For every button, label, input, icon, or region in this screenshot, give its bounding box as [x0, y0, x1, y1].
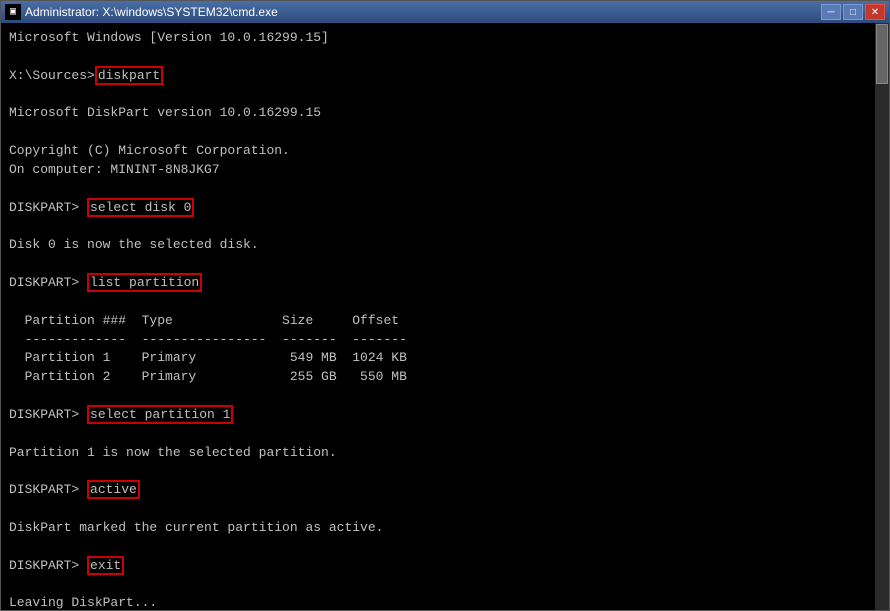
scrollbar[interactable]: [875, 23, 889, 610]
select-disk-command: select disk 0: [87, 198, 194, 217]
table-separator: ------------- ---------------- ------- -…: [9, 331, 881, 350]
maximize-button[interactable]: □: [843, 4, 863, 20]
table-header: Partition ### Type Size Offset: [9, 312, 881, 331]
exit-line: DISKPART> exit: [9, 557, 881, 576]
blank12: [9, 538, 881, 557]
window-controls: ─ □ ✕: [821, 4, 885, 20]
active-command: active: [87, 480, 140, 499]
blank11: [9, 500, 881, 519]
select-partition-line: DISKPART> select partition 1: [9, 406, 881, 425]
leaving-line: Leaving DiskPart...: [9, 594, 881, 610]
blank1: [9, 48, 881, 67]
list-partition-line: DISKPART> list partition: [9, 274, 881, 293]
active-line: DISKPART> active: [9, 481, 881, 500]
partition1-row: Partition 1 Primary 549 MB 1024 KB: [9, 349, 881, 368]
close-button[interactable]: ✕: [865, 4, 885, 20]
minimize-button[interactable]: ─: [821, 4, 841, 20]
diskpart-prompt-line: X:\Sources>diskpart: [9, 67, 881, 86]
computer-line: On computer: MININT-8N8JKG7: [9, 161, 881, 180]
select-disk-line: DISKPART> select disk 0: [9, 199, 881, 218]
blank3: [9, 123, 881, 142]
partition-selected-line: Partition 1 is now the selected partitio…: [9, 444, 881, 463]
blank13: [9, 575, 881, 594]
active-result-line: DiskPart marked the current partition as…: [9, 519, 881, 538]
blank6: [9, 255, 881, 274]
blank8: [9, 387, 881, 406]
blank5: [9, 217, 881, 236]
diskpart-command: diskpart: [95, 66, 163, 85]
window-title: Administrator: X:\windows\SYSTEM32\cmd.e…: [25, 5, 278, 19]
blank4: [9, 180, 881, 199]
cmd-icon: ▣: [5, 4, 21, 20]
diskpart-version: Microsoft DiskPart version 10.0.16299.15: [9, 104, 881, 123]
blank7: [9, 293, 881, 312]
exit-command: exit: [87, 556, 124, 575]
cmd-window: ▣ Administrator: X:\windows\SYSTEM32\cmd…: [0, 0, 890, 611]
select-partition-command: select partition 1: [87, 405, 233, 424]
disk-selected-line: Disk 0 is now the selected disk.: [9, 236, 881, 255]
list-partition-command: list partition: [87, 273, 202, 292]
console-output[interactable]: Microsoft Windows [Version 10.0.16299.15…: [1, 23, 889, 610]
version-line: Microsoft Windows [Version 10.0.16299.15…: [9, 29, 881, 48]
title-bar-left: ▣ Administrator: X:\windows\SYSTEM32\cmd…: [5, 4, 278, 20]
scrollbar-thumb[interactable]: [876, 24, 888, 84]
copyright-line: Copyright (C) Microsoft Corporation.: [9, 142, 881, 161]
title-bar: ▣ Administrator: X:\windows\SYSTEM32\cmd…: [1, 1, 889, 23]
blank2: [9, 86, 881, 105]
partition2-row: Partition 2 Primary 255 GB 550 MB: [9, 368, 881, 387]
blank10: [9, 462, 881, 481]
blank9: [9, 425, 881, 444]
